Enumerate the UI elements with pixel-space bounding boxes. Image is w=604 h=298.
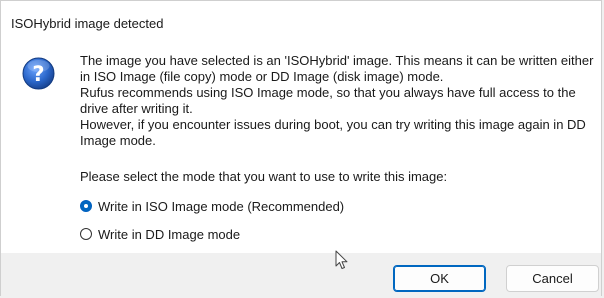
radio-button-selected[interactable] — [80, 200, 92, 212]
radio-iso-mode[interactable]: Write in ISO Image mode (Recommended) — [80, 197, 344, 215]
ok-button[interactable]: OK — [393, 265, 486, 292]
message-line: However, if you encounter issues during … — [80, 117, 586, 132]
mouse-cursor-icon — [335, 250, 348, 269]
question-icon: ? — [22, 57, 55, 90]
message-line: in ISO Image (file copy) mode or DD Imag… — [80, 69, 444, 84]
message-line: Image mode. — [80, 133, 156, 148]
cancel-button[interactable]: Cancel — [506, 265, 599, 292]
isohybrid-dialog: ISOHybrid image detected ? The image you… — [0, 0, 602, 297]
radio-button-unselected[interactable] — [80, 228, 92, 240]
message-line: The image you have selected is an 'ISOHy… — [80, 53, 594, 68]
dialog-message: The image you have selected is an 'ISOHy… — [80, 53, 600, 149]
dialog-titlebar[interactable]: ISOHybrid image detected — [1, 1, 601, 41]
radio-iso-mode-label[interactable]: Write in ISO Image mode (Recommended) — [98, 199, 344, 214]
message-line: Rufus recommends using ISO Image mode, s… — [80, 85, 576, 100]
message-line: drive after writing it. — [80, 101, 193, 116]
radio-dd-mode[interactable]: Write in DD Image mode — [80, 225, 240, 243]
mode-prompt: Please select the mode that you want to … — [80, 169, 448, 184]
radio-dd-mode-label[interactable]: Write in DD Image mode — [98, 227, 240, 242]
svg-text:?: ? — [32, 62, 44, 86]
dialog-title: ISOHybrid image detected — [11, 16, 164, 31]
